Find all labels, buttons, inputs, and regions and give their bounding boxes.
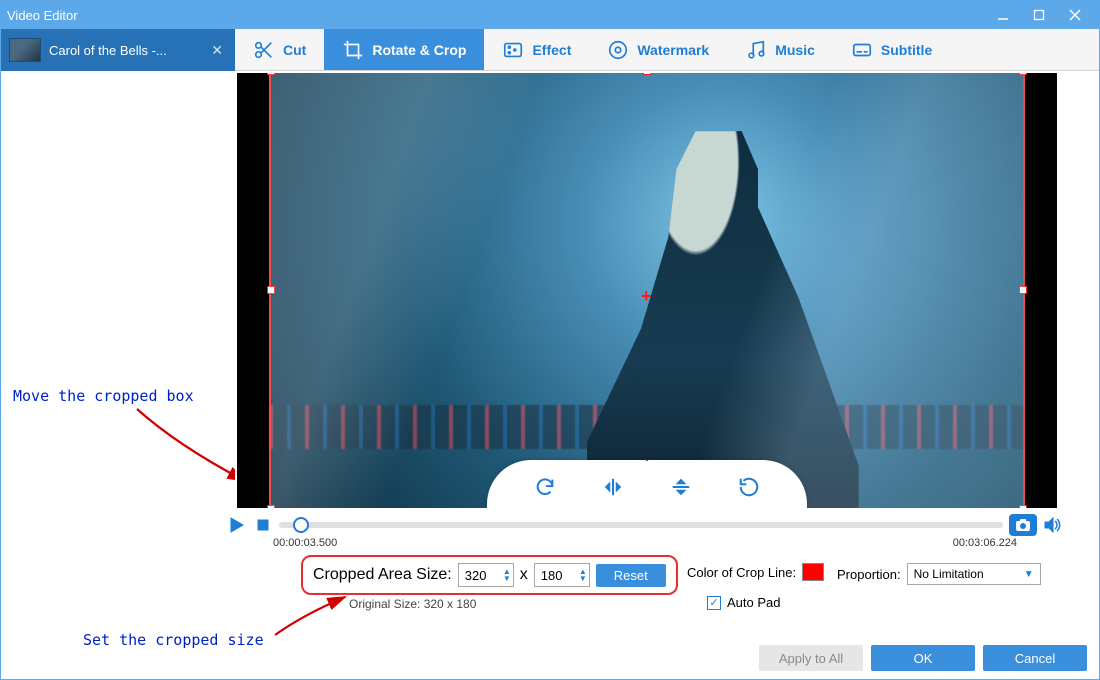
- reset-button[interactable]: Reset: [596, 564, 666, 587]
- original-size-label: Original Size: 320 x 180: [349, 597, 476, 611]
- seek-slider[interactable]: [279, 522, 1003, 528]
- crop-height-input[interactable]: 180 ▲▼: [534, 563, 590, 587]
- x-separator: x: [520, 566, 528, 584]
- window-title: Video Editor: [7, 8, 985, 23]
- file-thumbnail: [9, 38, 41, 62]
- flip-vertical-button[interactable]: [667, 473, 695, 501]
- volume-button[interactable]: [1043, 515, 1063, 535]
- crop-box[interactable]: +: [269, 73, 1025, 508]
- tab-effect[interactable]: Effect: [484, 29, 589, 70]
- crop-width-input[interactable]: 320 ▲▼: [458, 563, 514, 587]
- tab-label: Watermark: [637, 42, 709, 58]
- playback-bar: [227, 508, 1067, 541]
- tab-label: Subtitle: [881, 42, 932, 58]
- tab-rotate-crop[interactable]: Rotate & Crop: [324, 29, 484, 70]
- crop-handle-rm[interactable]: [1019, 286, 1027, 294]
- crop-handle-bl[interactable]: [267, 505, 275, 507]
- file-name: Carol of the Bells -...: [49, 43, 199, 58]
- crop-controls: Cropped Area Size: 320 ▲▼ x 180 ▲▼ Reset…: [1, 549, 1099, 679]
- window-titlebar: Video Editor: [1, 1, 1099, 29]
- time-current: 00:00:03.500: [273, 537, 347, 549]
- tab-music[interactable]: Music: [727, 29, 833, 70]
- chevron-down-icon: ▼: [1024, 569, 1034, 580]
- crop-handle-lm[interactable]: [267, 286, 275, 294]
- effect-icon: [502, 39, 524, 61]
- proportion-label: Proportion:: [837, 567, 901, 582]
- maximize-button[interactable]: [1021, 2, 1057, 28]
- stop-button[interactable]: [253, 515, 273, 535]
- crop-icon: [342, 39, 364, 61]
- width-down-icon[interactable]: ▼: [503, 575, 511, 582]
- minimize-button[interactable]: [985, 2, 1021, 28]
- crop-height-value: 180: [541, 568, 563, 583]
- rotate-cw-button[interactable]: [531, 473, 559, 501]
- cancel-button[interactable]: Cancel: [983, 645, 1087, 671]
- autopad-checkbox[interactable]: ✓: [707, 596, 721, 610]
- flip-horizontal-button[interactable]: [599, 473, 627, 501]
- annotation-arrow-icon: [269, 591, 359, 641]
- file-tab-close-icon[interactable]: ✕: [207, 42, 227, 59]
- annotation-set-size: Set the cropped size: [83, 631, 264, 649]
- music-icon: [745, 39, 767, 61]
- crop-size-label: Cropped Area Size:: [313, 566, 452, 584]
- tab-label: Music: [775, 42, 815, 58]
- reset-transform-button[interactable]: [735, 473, 763, 501]
- crop-size-group-highlight: Cropped Area Size: 320 ▲▼ x 180 ▲▼ Reset: [301, 555, 678, 595]
- subtitle-icon: [851, 39, 873, 61]
- video-frame: +: [269, 73, 1025, 508]
- preview-area: + ⌄ 00:00:03.500 00:03:06.224: [235, 71, 1059, 549]
- sidebar: Move the cropped box: [1, 71, 235, 549]
- crop-handle-br[interactable]: [1019, 505, 1027, 507]
- tab-subtitle[interactable]: Subtitle: [833, 29, 950, 70]
- tool-tabs: Cut Rotate & Crop Effect Watermark Music…: [235, 29, 1099, 71]
- ok-button[interactable]: OK: [871, 645, 975, 671]
- apply-to-all-button[interactable]: Apply to All: [759, 645, 863, 671]
- crop-center-icon: +: [641, 286, 652, 307]
- crop-handle-tr[interactable]: [1019, 73, 1027, 75]
- tab-label: Rotate & Crop: [372, 42, 466, 58]
- play-button[interactable]: [227, 515, 247, 535]
- crop-handle-tl[interactable]: [267, 73, 275, 75]
- tab-watermark[interactable]: Watermark: [589, 29, 727, 70]
- scissors-icon: [253, 39, 275, 61]
- seek-thumb[interactable]: [293, 517, 309, 533]
- watermark-icon: [607, 39, 629, 61]
- snapshot-button[interactable]: [1009, 514, 1037, 536]
- close-button[interactable]: [1057, 2, 1093, 28]
- crop-handle-tm[interactable]: [643, 73, 651, 75]
- tab-label: Effect: [532, 42, 571, 58]
- tab-label: Cut: [283, 42, 306, 58]
- transform-tray: ⌄: [487, 460, 807, 508]
- height-down-icon[interactable]: ▼: [579, 575, 587, 582]
- file-tab[interactable]: Carol of the Bells -... ✕: [1, 29, 235, 71]
- proportion-value: No Limitation: [914, 567, 984, 581]
- proportion-dropdown[interactable]: No Limitation ▼: [907, 563, 1041, 585]
- crop-line-color-swatch[interactable]: [802, 563, 824, 581]
- autopad-label: Auto Pad: [727, 595, 781, 610]
- crop-line-color-label: Color of Crop Line:: [687, 565, 796, 580]
- time-duration: 00:03:06.224: [943, 537, 1017, 549]
- tab-cut[interactable]: Cut: [235, 29, 324, 70]
- video-stage[interactable]: + ⌄: [237, 73, 1057, 508]
- tray-collapse-icon[interactable]: ⌄: [642, 450, 652, 464]
- crop-width-value: 320: [465, 568, 487, 583]
